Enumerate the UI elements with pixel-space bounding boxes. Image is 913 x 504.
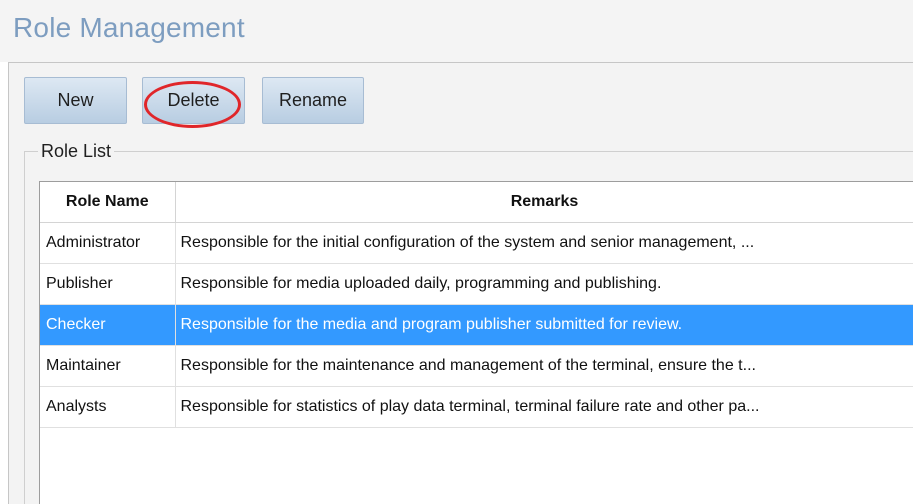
remarks-cell: Responsible for media uploaded daily, pr… <box>175 263 913 305</box>
remarks-cell: Responsible for the initial configuratio… <box>175 222 913 264</box>
remarks-cell: Responsible for statistics of play data … <box>175 386 913 428</box>
rename-button[interactable]: Rename <box>262 77 364 124</box>
page-title: Role Management <box>13 12 245 43</box>
role-management-page: Role Management New Delete Rename Role L… <box>0 0 913 504</box>
role-table-container: Role Name Remarks Administrator Responsi… <box>39 181 913 504</box>
role-table: Role Name Remarks Administrator Responsi… <box>40 182 913 428</box>
role-name-cell: Maintainer <box>40 345 176 387</box>
table-row[interactable]: Maintainer Responsible for the maintenan… <box>40 345 913 387</box>
new-button[interactable]: New <box>24 77 127 124</box>
role-name-cell: Analysts <box>40 386 176 428</box>
role-name-cell: Checker <box>40 304 176 346</box>
role-list-label: Role List <box>38 141 115 162</box>
column-header-role-name[interactable]: Role Name <box>40 182 176 223</box>
role-name-cell: Administrator <box>40 222 176 264</box>
column-header-remarks[interactable]: Remarks <box>175 182 913 223</box>
page-header: Role Management <box>0 0 913 62</box>
table-row-selected[interactable]: Checker Responsible for the media and pr… <box>40 304 913 346</box>
remarks-cell: Responsible for the media and program pu… <box>175 304 913 346</box>
table-header-row: Role Name Remarks <box>40 182 913 223</box>
table-row[interactable]: Analysts Responsible for statistics of p… <box>40 386 913 428</box>
role-name-cell: Publisher <box>40 263 176 305</box>
table-row[interactable]: Publisher Responsible for media uploaded… <box>40 263 913 305</box>
delete-button[interactable]: Delete <box>142 77 245 124</box>
remarks-cell: Responsible for the maintenance and mana… <box>175 345 913 387</box>
table-row[interactable]: Administrator Responsible for the initia… <box>40 222 913 264</box>
